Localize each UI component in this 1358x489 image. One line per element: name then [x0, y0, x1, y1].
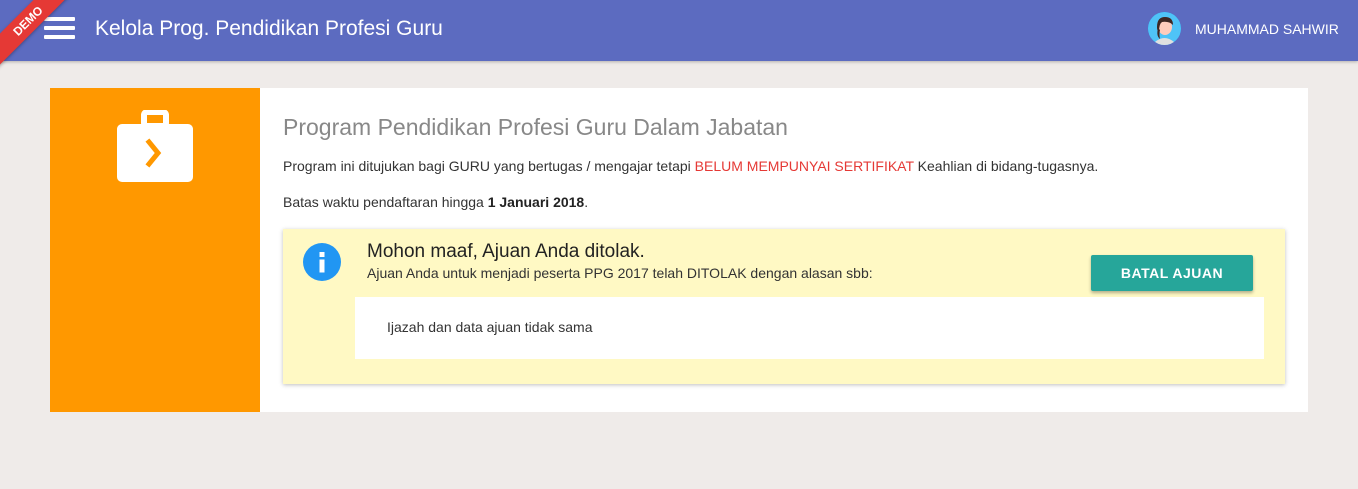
- cancel-application-button[interactable]: BATAL AJUAN: [1091, 255, 1253, 291]
- deadline-date: 1 Januari 2018: [487, 194, 585, 210]
- user-name[interactable]: MUHAMMAD SAHWIR: [1195, 21, 1339, 38]
- program-card: Program Pendidikan Profesi Guru Dalam Ja…: [50, 88, 1308, 412]
- info-icon: [303, 243, 341, 281]
- program-description: Program ini ditujukan bagi GURU yang ber…: [283, 157, 1098, 175]
- deadline-label: Batas waktu pendaftaran hingga: [283, 194, 488, 210]
- certificate-warning: BELUM MEMPUNYAI SERTIFIKAT: [694, 158, 914, 174]
- menu-bar-line: [44, 35, 75, 39]
- rejection-reason: Ijazah dan data ajuan tidak sama: [387, 319, 593, 335]
- rejection-alert: Mohon maaf, Ajuan Anda ditolak. Ajuan An…: [283, 229, 1285, 384]
- description-text: Program ini ditujukan bagi GURU yang ber…: [283, 158, 695, 174]
- briefcase-arrow-icon: [117, 110, 193, 182]
- menu-bar-line: [44, 26, 75, 30]
- program-card-sidebar: [50, 88, 260, 412]
- registration-deadline: Batas waktu pendaftaran hingga 1 Januari…: [283, 193, 588, 211]
- top-app-bar: Kelola Prog. Pendidikan Profesi Guru MUH…: [0, 0, 1358, 61]
- rejection-reason-box: Ijazah dan data ajuan tidak sama: [355, 297, 1264, 359]
- app-title: Kelola Prog. Pendidikan Profesi Guru: [95, 17, 443, 40]
- alert-title: Mohon maaf, Ajuan Anda ditolak.: [367, 241, 645, 262]
- menu-bar-line: [44, 17, 75, 21]
- avatar-illustration: [1148, 12, 1181, 45]
- description-text-end: Keahlian di bidang-tugasnya.: [913, 158, 1099, 174]
- user-avatar-icon[interactable]: [1148, 12, 1181, 45]
- program-title: Program Pendidikan Profesi Guru Dalam Ja…: [283, 114, 788, 140]
- hamburger-menu-icon[interactable]: [44, 16, 76, 42]
- alert-subtitle: Ajuan Anda untuk menjadi peserta PPG 201…: [367, 265, 873, 281]
- deadline-end: .: [584, 194, 589, 210]
